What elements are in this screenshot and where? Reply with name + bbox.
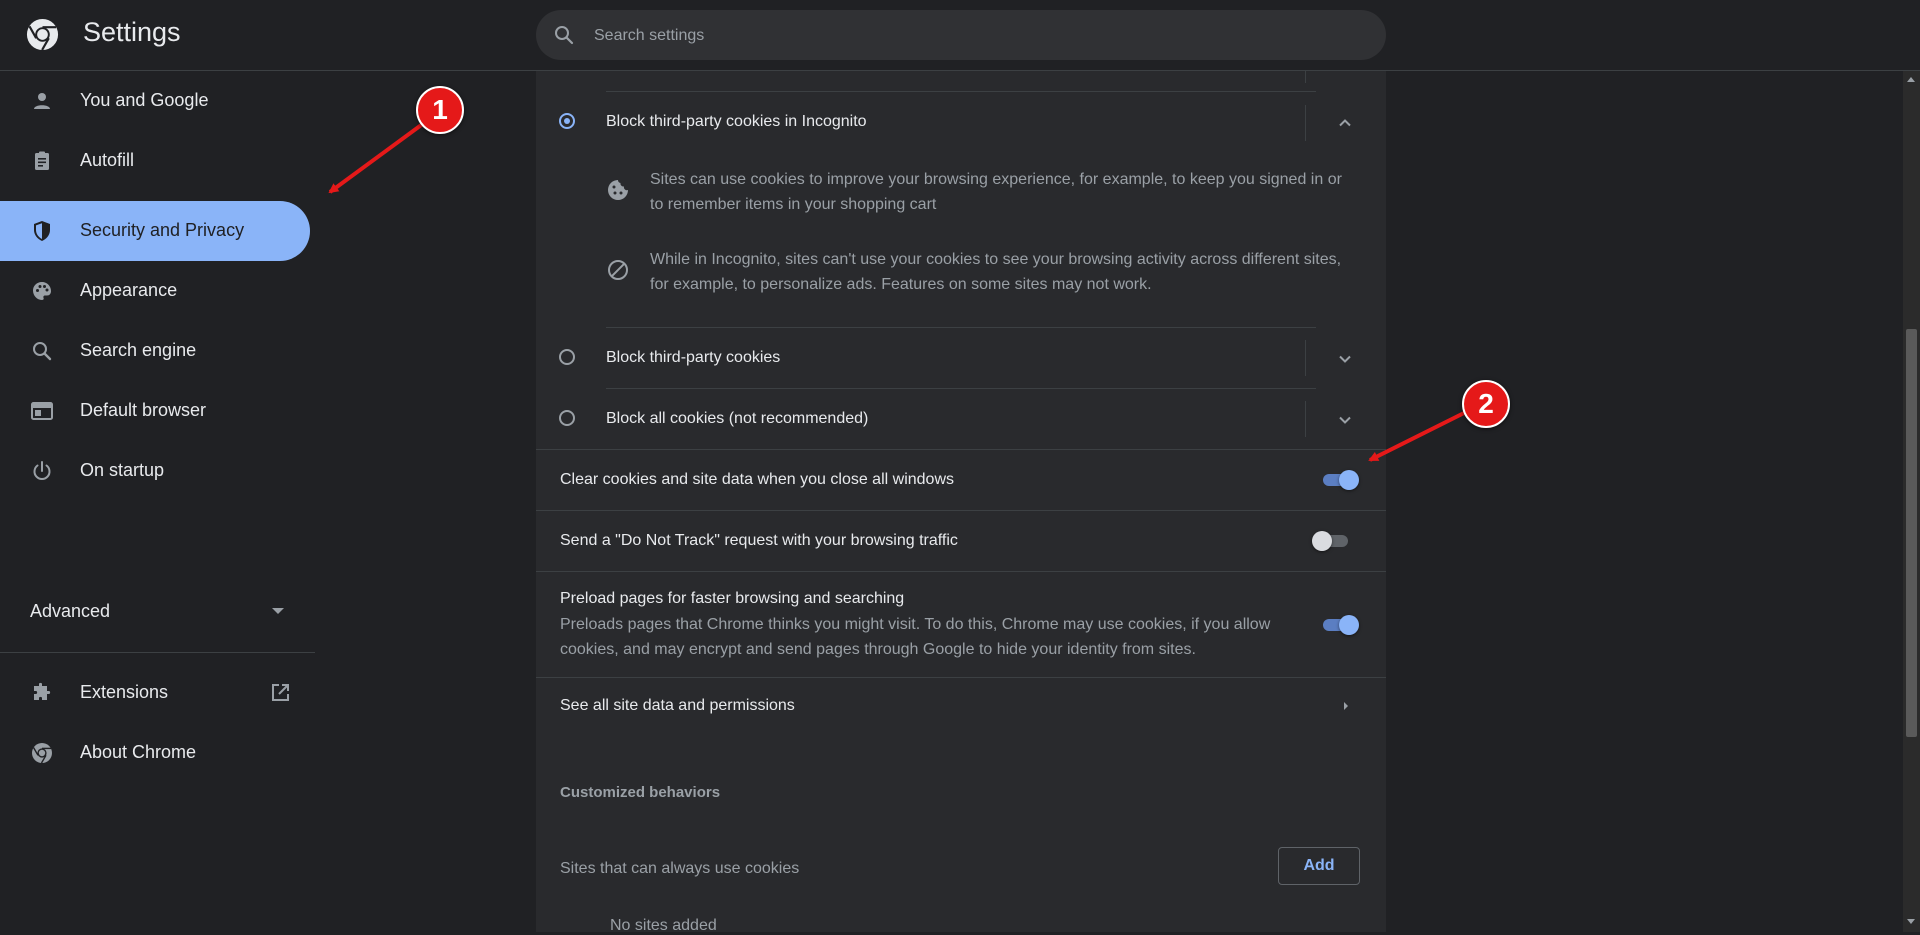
clipboard-icon bbox=[35, 151, 49, 170]
search-input[interactable] bbox=[592, 10, 1356, 62]
scrollbar[interactable] bbox=[1903, 71, 1920, 932]
option-label: Block all cookies (not recommended) bbox=[606, 410, 869, 427]
app-title: Settings bbox=[83, 17, 181, 47]
top-bar: Settings bbox=[0, 0, 1920, 71]
row-divider bbox=[606, 91, 1316, 92]
sidebar-item-label: Appearance bbox=[80, 280, 178, 300]
empty-list-text: No sites added bbox=[610, 917, 717, 934]
annotation-marker-2: 2 bbox=[1462, 380, 1510, 428]
allow-list-label: Sites that can always use cookies bbox=[560, 860, 800, 877]
preload-pages-toggle[interactable] bbox=[1321, 614, 1359, 636]
palette-icon bbox=[33, 282, 51, 300]
site-data-link: See all site data and permissions bbox=[560, 697, 795, 714]
search-icon bbox=[33, 342, 52, 361]
radio-button[interactable] bbox=[559, 410, 575, 426]
radio-button[interactable] bbox=[559, 349, 575, 365]
browser-window-icon bbox=[31, 402, 53, 420]
vertical-separator bbox=[1305, 401, 1306, 437]
advanced-label: Advanced bbox=[30, 601, 111, 621]
clear-on-exit-row[interactable]: Clear cookies and site data when you clo… bbox=[536, 450, 1386, 510]
advanced-toggle[interactable]: Advanced bbox=[0, 581, 310, 641]
chevron-down-icon[interactable] bbox=[1335, 410, 1355, 430]
sidebar-item-appearance[interactable]: Appearance bbox=[0, 261, 310, 321]
cookie-option-incognito[interactable]: Block third-party cookies in Incognito bbox=[536, 93, 1386, 153]
sidebar-item-extensions[interactable]: Extensions bbox=[0, 663, 310, 723]
sidebar-item-default-browser[interactable]: Default browser bbox=[0, 381, 310, 441]
section-heading: Customized behaviors bbox=[560, 784, 721, 801]
cookie-option-block-third-party[interactable]: Block third-party cookies bbox=[536, 328, 1386, 388]
option-label: Block third-party cookies bbox=[606, 349, 781, 366]
vertical-separator bbox=[1305, 105, 1306, 141]
power-icon bbox=[33, 461, 51, 480]
chrome-logo-icon bbox=[26, 18, 59, 51]
scroll-down-arrow-icon[interactable] bbox=[1907, 919, 1915, 924]
sidebar-divider bbox=[0, 652, 315, 653]
annotation-arrow-1 bbox=[328, 121, 426, 194]
open-in-new-icon[interactable] bbox=[268, 681, 292, 705]
sidebar-item-label: Search engine bbox=[80, 340, 197, 360]
option-label: Block third-party cookies in Incognito bbox=[606, 113, 867, 130]
chevron-down-icon[interactable] bbox=[1335, 349, 1355, 369]
cookie-option-block-all[interactable]: Block all cookies (not recommended) bbox=[536, 389, 1386, 449]
cookies-settings-card: Block third-party cookies in Incognito S… bbox=[536, 71, 1386, 934]
cookie-icon bbox=[608, 180, 628, 200]
sidebar-item-label: Default browser bbox=[80, 400, 207, 420]
scrollbar-thumb[interactable] bbox=[1906, 329, 1917, 737]
vertical-separator bbox=[1305, 340, 1306, 376]
do-not-track-toggle[interactable] bbox=[1312, 530, 1350, 552]
sidebar-item-label: On startup bbox=[80, 460, 165, 480]
caret-down-icon bbox=[272, 608, 284, 614]
sidebar-item-label: You and Google bbox=[80, 90, 209, 110]
row-divider bbox=[1305, 71, 1306, 83]
search-icon bbox=[555, 26, 574, 45]
sidebar: You and Google Autofill Security and Pri… bbox=[0, 71, 320, 932]
sidebar-item-autofill[interactable]: Autofill bbox=[0, 131, 310, 191]
scroll-up-arrow-icon[interactable] bbox=[1907, 77, 1915, 82]
do-not-track-row[interactable]: Send a "Do Not Track" request with your … bbox=[536, 511, 1386, 571]
clear-on-exit-toggle[interactable] bbox=[1321, 469, 1359, 491]
sidebar-item-about-chrome[interactable]: About Chrome bbox=[0, 723, 310, 783]
setting-label: Send a "Do Not Track" request with your … bbox=[560, 532, 958, 549]
sidebar-item-label: Extensions bbox=[80, 682, 169, 702]
person-icon bbox=[34, 93, 50, 109]
setting-description: Preloads pages that Chrome thinks you mi… bbox=[560, 616, 1271, 658]
block-icon bbox=[608, 260, 628, 280]
puzzle-icon bbox=[34, 682, 51, 700]
incognito-detail-text: While in Incognito, sites can't use your… bbox=[650, 251, 1342, 293]
shield-icon bbox=[34, 221, 50, 241]
add-site-button[interactable]: Add bbox=[1278, 847, 1360, 885]
sidebar-item-label: Security and Privacy bbox=[80, 220, 245, 240]
sidebar-item-you-and-google[interactable]: You and Google bbox=[0, 71, 310, 131]
arrow-right-icon bbox=[1344, 702, 1348, 710]
setting-label: Preload pages for faster browsing and se… bbox=[560, 590, 905, 607]
chevron-up-icon[interactable] bbox=[1335, 113, 1355, 133]
sidebar-item-security-and-privacy[interactable]: Security and Privacy bbox=[0, 201, 310, 261]
site-data-link-row[interactable]: See all site data and permissions bbox=[536, 678, 1386, 734]
sidebar-item-label: Autofill bbox=[80, 150, 135, 170]
preload-pages-row[interactable]: Preload pages for faster browsing and se… bbox=[536, 572, 1386, 677]
setting-label: Clear cookies and site data when you clo… bbox=[560, 471, 954, 488]
search-bar[interactable] bbox=[536, 10, 1386, 62]
sidebar-item-on-startup[interactable]: On startup bbox=[0, 441, 310, 501]
sidebar-item-label: About Chrome bbox=[80, 742, 197, 762]
sidebar-item-search-engine[interactable]: Search engine bbox=[0, 321, 310, 381]
chrome-icon bbox=[32, 743, 52, 764]
annotation-marker-1: 1 bbox=[416, 86, 464, 134]
cookie-detail-text: Sites can use cookies to improve your br… bbox=[650, 171, 1342, 213]
radio-button[interactable] bbox=[559, 113, 575, 129]
